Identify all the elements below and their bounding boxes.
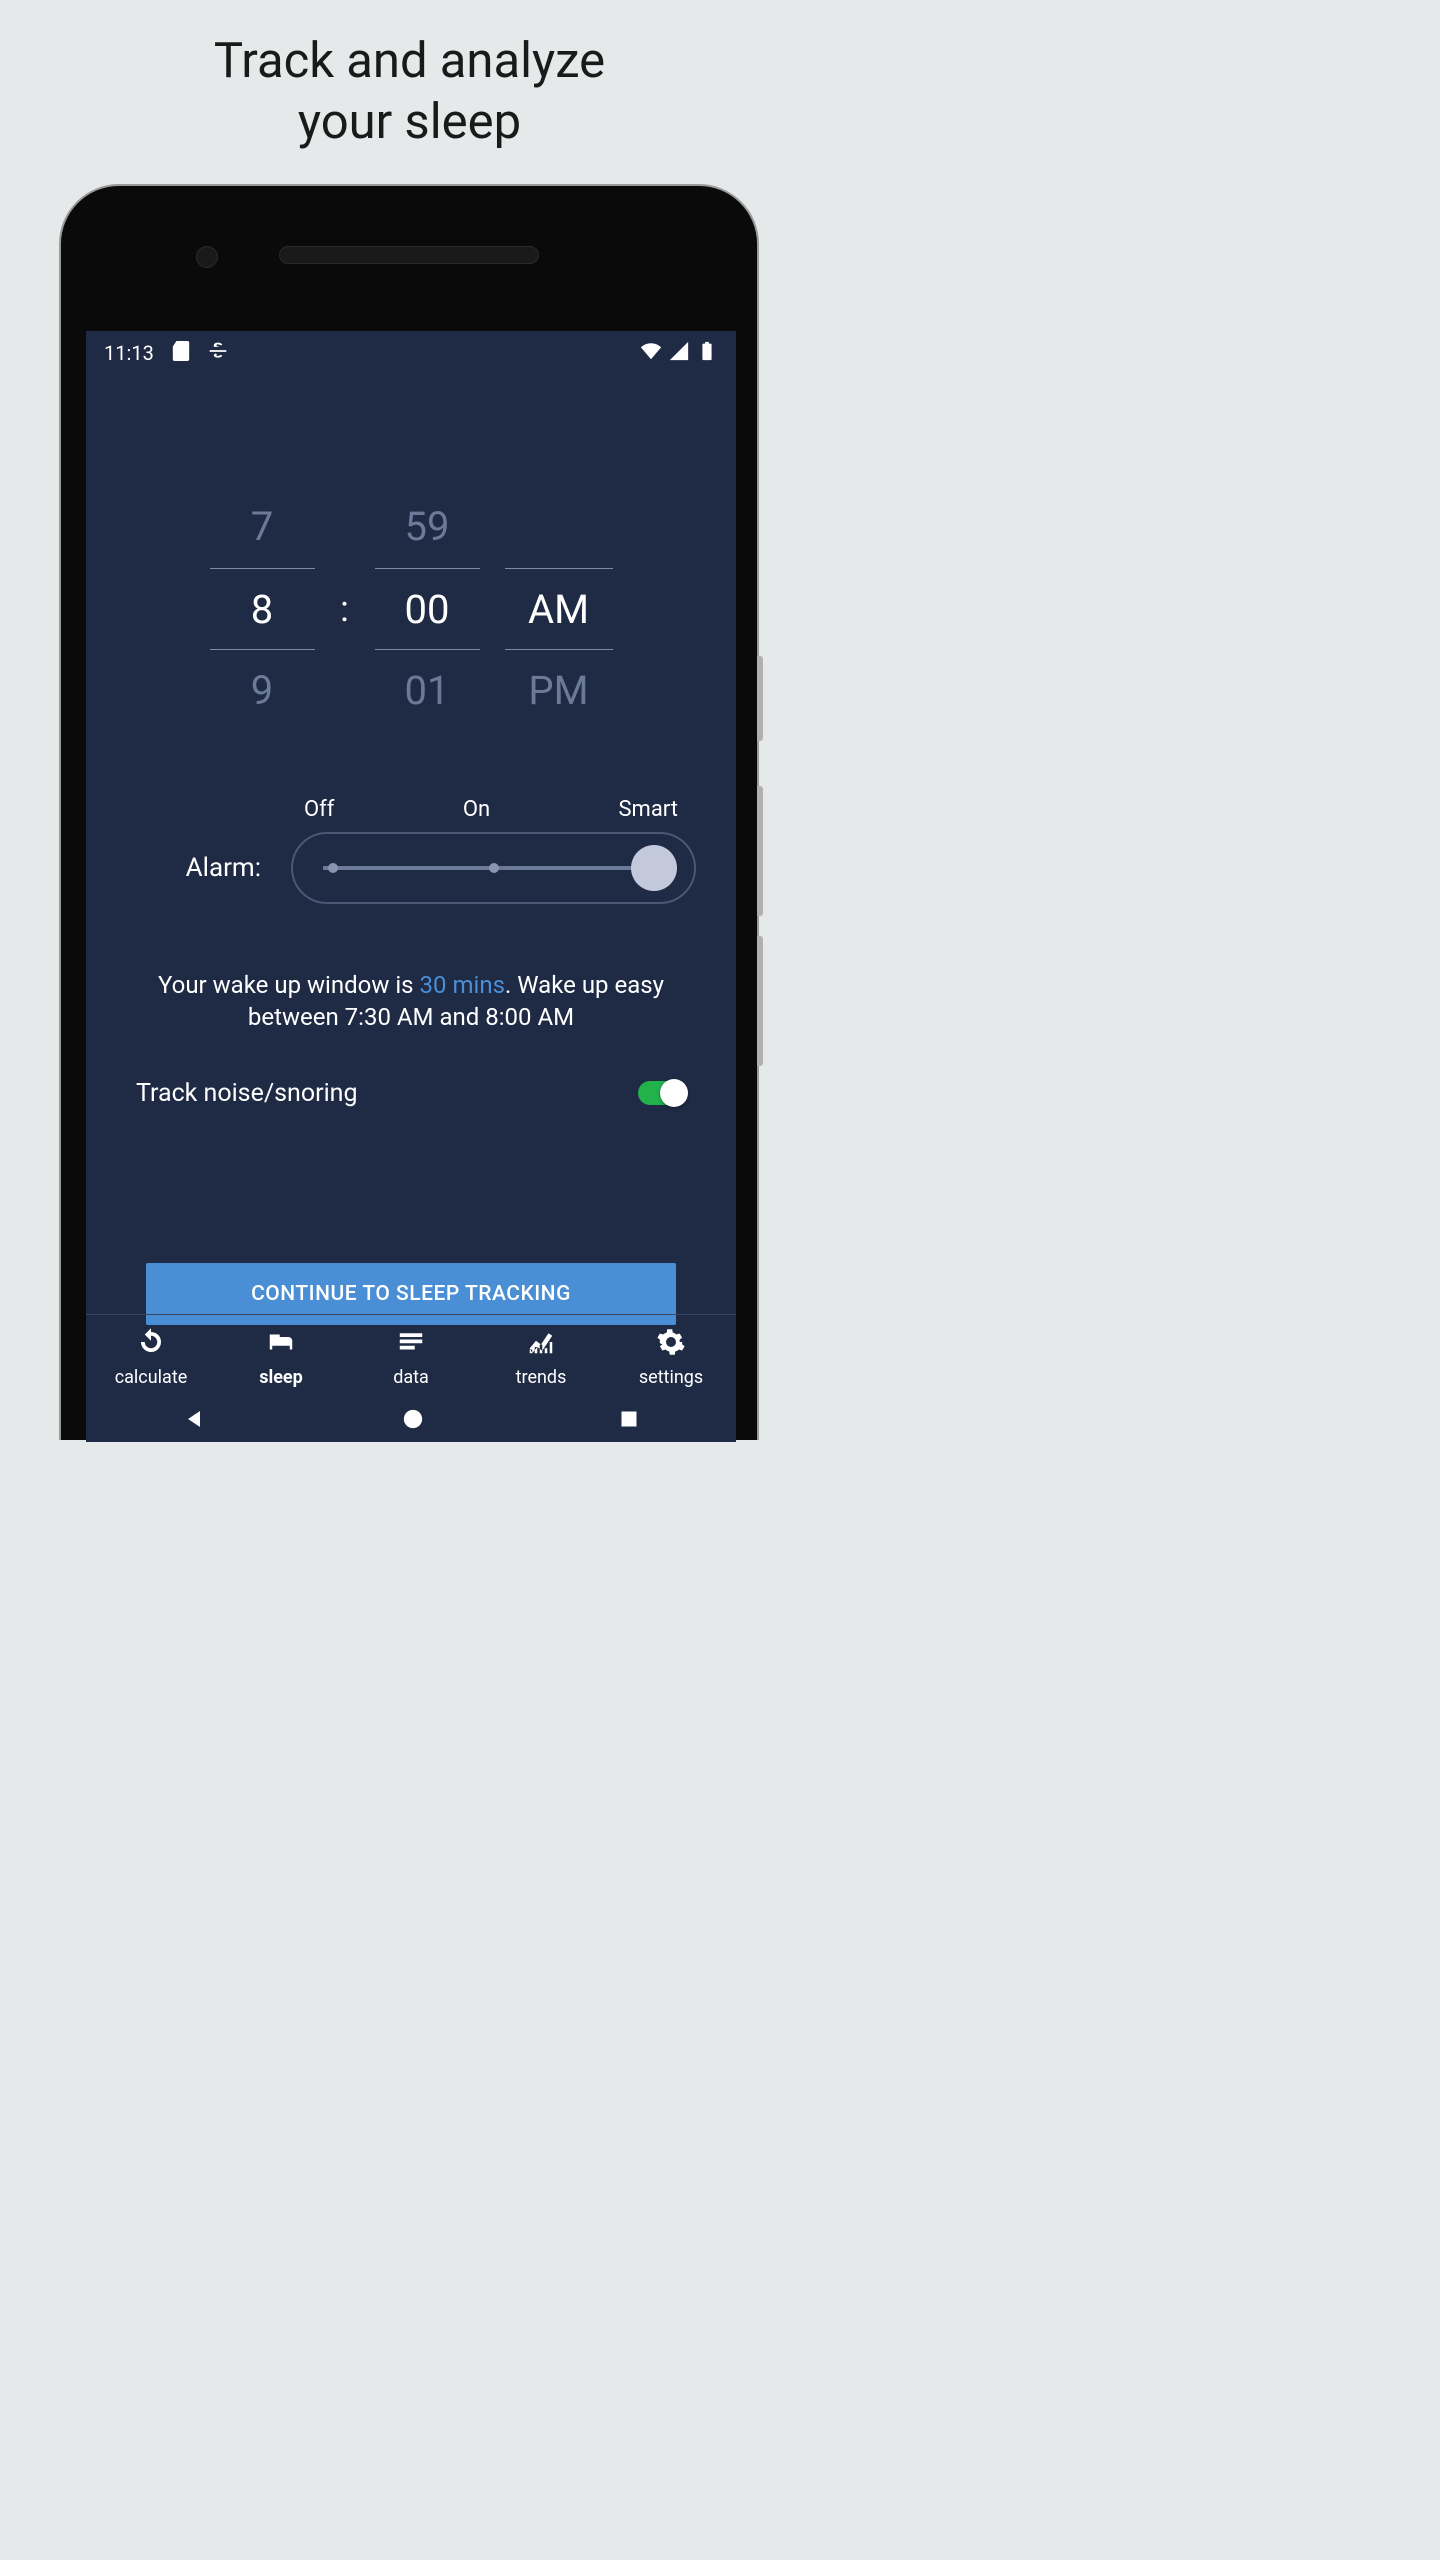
track-noise-toggle[interactable] <box>638 1079 686 1107</box>
phone-side-button <box>757 936 763 1066</box>
minute-selected: 00 <box>375 568 480 650</box>
nav-label: trends <box>516 1367 567 1388</box>
ampm-selected: AM <box>505 568 613 650</box>
hour-prev: 7 <box>210 486 315 568</box>
nav-label: settings <box>639 1367 703 1388</box>
home-icon[interactable] <box>402 1408 424 1434</box>
chart-line-icon <box>526 1327 556 1361</box>
nav-settings[interactable]: settings <box>606 1315 736 1400</box>
alarm-label: Alarm: <box>136 853 261 883</box>
cellular-icon <box>668 340 690 367</box>
hour-next: 9 <box>210 650 315 732</box>
nav-label: calculate <box>115 1367 188 1388</box>
hour-picker[interactable]: 7 8 9 <box>210 486 315 732</box>
battery-icon <box>696 340 718 367</box>
phone-screen: 11:13 7 8 9 : 59 <box>86 331 736 1442</box>
nav-calculate[interactable]: calculate <box>86 1315 216 1400</box>
page-title: Track and analyze your sleep <box>0 0 819 153</box>
page-title-line1: Track and analyze <box>214 32 605 89</box>
phone-side-button <box>757 786 763 916</box>
phone-camera <box>196 246 218 268</box>
track-noise-row: Track noise/snoring <box>86 1079 736 1108</box>
alarm-section: Off On Smart Alarm: <box>86 797 736 904</box>
alarm-option-labels: Off On Smart <box>296 797 696 822</box>
alarm-option-on: On <box>463 797 490 822</box>
alarm-slider[interactable] <box>291 832 696 904</box>
ampm-picker[interactable]: - AM PM <box>505 486 613 732</box>
wifi-icon <box>640 340 662 367</box>
alarm-option-off: Off <box>304 797 334 822</box>
phone-frame: 11:13 7 8 9 : 59 <box>59 184 759 1440</box>
refresh-icon <box>136 1327 166 1361</box>
gear-icon <box>656 1327 686 1361</box>
wake-window-duration[interactable]: 30 mins <box>420 971 505 999</box>
minute-next: 01 <box>375 650 480 732</box>
phone-speaker <box>279 246 539 264</box>
nav-sleep[interactable]: sleep <box>216 1315 346 1400</box>
system-nav-bar <box>86 1400 736 1442</box>
recents-icon[interactable] <box>619 1409 639 1433</box>
time-colon: : <box>340 588 350 630</box>
phone-side-button <box>757 656 763 741</box>
page-title-line2: your sleep <box>298 93 521 150</box>
status-bar: 11:13 <box>86 331 736 371</box>
bars-icon <box>396 1327 426 1361</box>
time-picker: 7 8 9 : 59 00 01 - AM PM <box>86 486 736 732</box>
nav-label: sleep <box>259 1367 303 1388</box>
nav-label: data <box>393 1367 429 1388</box>
track-noise-label: Track noise/snoring <box>136 1079 358 1108</box>
nav-data[interactable]: data <box>346 1315 476 1400</box>
ampm-next: PM <box>505 650 613 732</box>
strikethrough-s-icon <box>208 341 228 366</box>
wake-window-info: Your wake up window is 30 mins. Wake up … <box>86 969 736 1034</box>
minute-picker[interactable]: 59 00 01 <box>375 486 480 732</box>
alarm-option-smart: Smart <box>618 797 678 822</box>
bed-icon <box>266 1327 296 1361</box>
minute-prev: 59 <box>375 486 480 568</box>
alarm-slider-thumb[interactable] <box>631 845 677 891</box>
status-time: 11:13 <box>104 341 154 365</box>
hour-selected: 8 <box>210 568 315 650</box>
sd-card-icon <box>172 341 190 366</box>
nav-trends[interactable]: trends <box>476 1315 606 1400</box>
bottom-nav: calculate sleep data trends settings <box>86 1314 736 1400</box>
back-icon[interactable] <box>183 1407 207 1435</box>
